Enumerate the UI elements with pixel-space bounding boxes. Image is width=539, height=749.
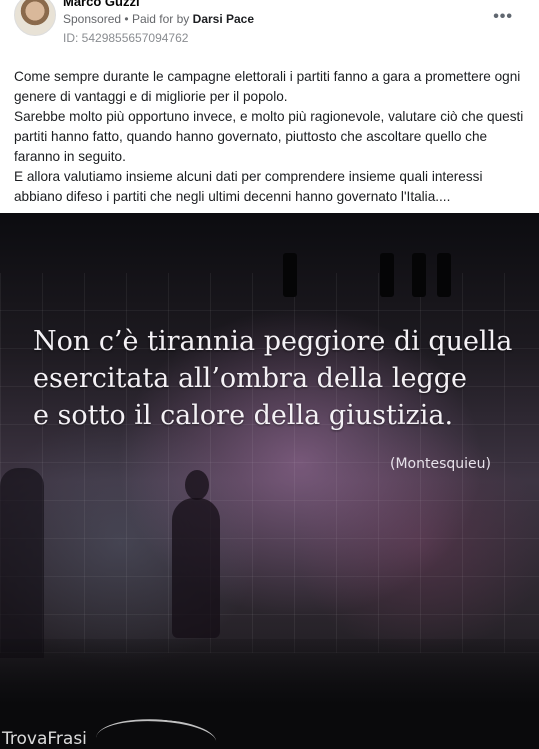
body-paragraph-2: Sarebbe molto più opportuno invece, e mo… [14, 109, 524, 164]
stage-light [283, 253, 297, 297]
shadow-figure-left [0, 468, 44, 658]
quote-text: Non c’è tirannia peggiore di quella eser… [33, 323, 513, 434]
quote-attribution: (Montesquieu) [390, 456, 491, 472]
author-name[interactable]: Marco Guzzi [63, 0, 140, 9]
sponsored-post-card: Marco Guzzi Sponsored • Paid for by Dars… [0, 0, 539, 749]
sponsored-label: Sponsored [63, 12, 122, 26]
quote-line-3: e sotto il calore della giustizia. [33, 400, 454, 431]
quote-line-2: esercitata all’ombra della legge [33, 363, 468, 394]
author-avatar[interactable] [14, 0, 56, 36]
post-image[interactable]: Non c’è tirannia peggiore di quella eser… [0, 213, 539, 749]
quote-line-1: Non c’è tirannia peggiore di quella [33, 326, 513, 357]
paid-for-name[interactable]: Darsi Pace [193, 12, 254, 26]
stage-light [437, 253, 451, 297]
post-header: Marco Guzzi Sponsored • Paid for by Dars… [0, 0, 539, 58]
more-horizontal-icon[interactable]: ••• [493, 8, 513, 26]
body-paragraph-1: Come sempre durante le campagne elettora… [14, 69, 521, 104]
ad-id: ID: 5429855657094762 [63, 31, 189, 45]
stage-light [380, 253, 394, 297]
body-paragraph-3: E allora valutiamo insieme alcuni dati p… [14, 169, 483, 204]
separator-dot: • [124, 12, 129, 26]
post-body: Come sempre durante le campagne elettora… [14, 67, 526, 207]
watermark-logo: TrovaFrasi [2, 729, 87, 749]
paid-for-prefix: Paid for by [131, 12, 190, 26]
shadow-figure [172, 470, 220, 638]
stage-light [412, 253, 426, 297]
sponsorship-line: Sponsored • Paid for by Darsi Pace [63, 12, 254, 26]
